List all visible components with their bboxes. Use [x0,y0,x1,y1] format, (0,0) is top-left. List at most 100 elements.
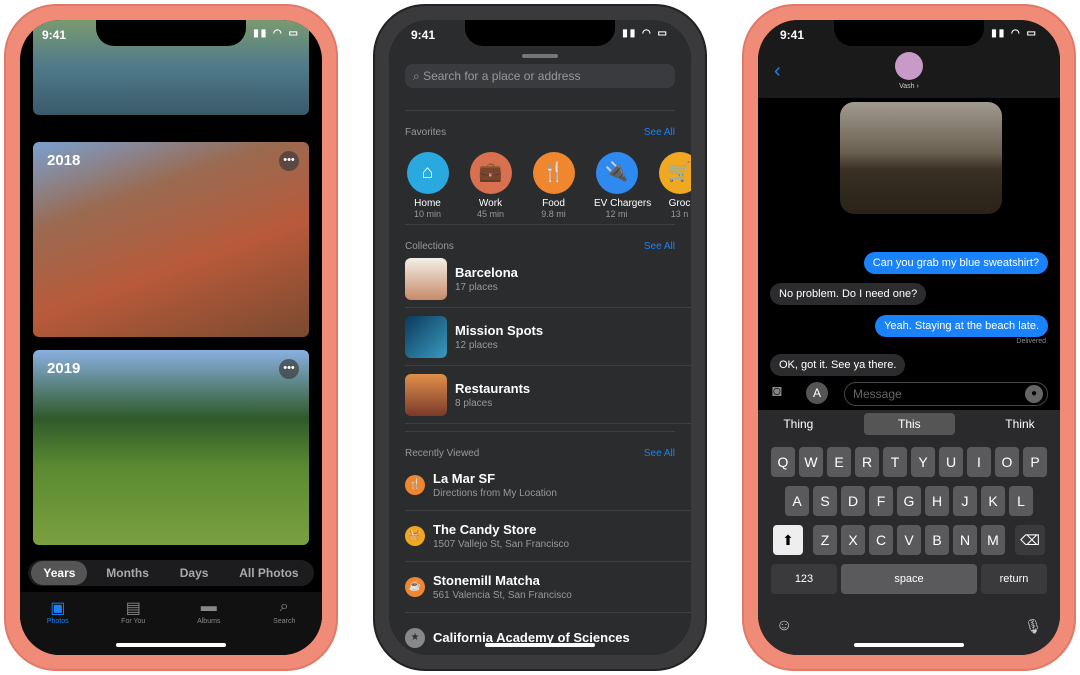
favorite-ev-chargers[interactable]: 🔌 EV Chargers 12 mi [594,152,652,219]
status-time: 9:41 [780,28,805,42]
key-e[interactable]: E [827,447,851,477]
favorite-name: EV Chargers [594,198,652,209]
key-r[interactable]: R [855,447,879,477]
prediction-selected[interactable]: This [863,413,955,435]
dictation-icon[interactable]: 🎙 [1024,618,1042,635]
shift-key[interactable]: ⬆ [773,525,803,555]
photo-card-2018[interactable]: 2018 ••• [33,142,309,337]
prediction[interactable]: Think [1005,417,1034,431]
key-z[interactable]: Z [813,525,837,555]
key-x[interactable]: X [841,525,865,555]
collection-count: 12 places [455,339,498,351]
contact-name[interactable]: Vash › [758,83,1060,90]
photo-card-2019[interactable]: 2019 ••• [33,350,309,545]
recent-item[interactable]: ☕ Stonemill Matcha 561 Valencia St, San Fr… [405,562,691,613]
key-k[interactable]: K [981,486,1005,516]
favorite-home[interactable]: ⌂ Home 10 min [405,152,450,219]
recent-item[interactable]: 🍴 La Mar SF Directions from My Location [405,460,691,511]
prediction[interactable]: Thing [783,417,813,431]
more-icon[interactable]: ••• [279,151,299,171]
favorite-work[interactable]: 💼 Work 45 min [468,152,513,219]
segment-years[interactable]: Years [31,561,88,585]
camera-icon[interactable]: ◙ [772,383,782,401]
key-l[interactable]: L [1009,486,1033,516]
key-t[interactable]: T [883,447,907,477]
favorite-subtitle: 9.8 mi [541,209,566,219]
favorite-icon: 🍴 [532,152,575,194]
compose-bar: ◙ A Message ● [758,380,1060,408]
message-bubble-received[interactable]: OK, got it. See ya there. [770,354,906,376]
sheet-grabber[interactable] [522,54,558,58]
search-input[interactable]: ⌕ Search for a place or address [405,64,675,88]
favorite-subtitle: 13 n [670,209,689,219]
favorite-name: Work [478,198,503,209]
message-photo[interactable] [840,102,1002,214]
message-bubble-received[interactable]: No problem. Do I need one? [770,283,927,305]
key-y[interactable]: Y [911,447,935,477]
albums-icon: ▬ [200,598,217,615]
key-o[interactable]: O [995,447,1019,477]
avatar[interactable] [895,52,923,80]
key-w[interactable]: W [799,447,823,477]
key-h[interactable]: H [925,486,949,516]
return-key[interactable]: return [981,564,1047,594]
back-chevron-icon[interactable]: ‹ [774,60,781,83]
recent-item[interactable]: ★ California Academy of Sciences [405,613,691,655]
message-bubble-sent[interactable]: Can you grab my blue sweatshirt? [863,252,1048,274]
tab-photos[interactable]: ▣ Photos [28,592,88,655]
view-segmented-control: Years Months Days All Photos [28,560,314,586]
space-key[interactable]: space [841,564,977,594]
emoji-icon[interactable]: ☺ [776,617,792,635]
message-bubble-sent[interactable]: Yeah. Staying at the beach late. [875,315,1048,337]
key-d[interactable]: D [841,486,865,516]
key-n[interactable]: N [953,525,977,555]
favorite-name: Food [542,198,565,209]
key-v[interactable]: V [897,525,921,555]
collection-name: Restaurants [455,380,531,396]
key-g[interactable]: G [897,486,921,516]
key-q[interactable]: Q [771,447,795,477]
app-store-icon[interactable]: A [806,382,828,404]
key-j[interactable]: J [953,486,977,516]
segment-all-photos[interactable]: All Photos [227,561,310,585]
favorite-groc[interactable]: 🛒 Groc 13 n [657,152,691,219]
collection-count: 8 places [455,397,493,409]
segment-months[interactable]: Months [94,561,161,585]
microphone-icon[interactable]: ● [1025,385,1043,403]
see-all-link[interactable]: See All [644,448,675,459]
collection-item[interactable]: Restaurants 8 places [405,366,691,424]
recent-item[interactable]: 🧺 The Candy Store 1507 Vallejo St, San Fra… [405,511,691,562]
more-icon[interactable]: ••• [279,359,299,379]
key-m[interactable]: M [981,525,1005,555]
key-s[interactable]: S [813,486,837,516]
collection-item[interactable]: Barcelona 17 places [405,250,691,308]
key-p[interactable]: P [1023,447,1047,477]
collections-header: Collections See All [405,224,675,252]
place-address: 561 Valencia St, San Francisco [433,590,572,601]
segment-days[interactable]: Days [168,561,221,585]
maps-screen: 9:41 ▮▮ ◠ ▭ ⌕ Search for a place or addre… [389,20,691,655]
status-bar: 9:41 ▮▮ ◠ ▭ [411,28,669,42]
message-input[interactable]: Message ● [844,382,1048,406]
key-b[interactable]: B [925,525,949,555]
key-c[interactable]: C [869,525,893,555]
key-i[interactable]: I [967,447,991,477]
phone-photos: 9:41 ▮▮ ◠ ▭ 2018 ••• 2019 ••• Years Months … [4,4,338,671]
place-name: The Candy Store [433,522,537,537]
tab-search[interactable]: ⌕ Search [254,592,314,655]
place-address: Directions from My Location [433,488,557,499]
predictive-bar: Thing This Think [758,410,1060,438]
section-title: Favorites [405,127,447,138]
numbers-key[interactable]: 123 [771,564,837,594]
collection-item[interactable]: Mission Spots 12 places [405,308,691,366]
collection-thumbnail [405,257,447,300]
see-all-link[interactable]: See All [644,127,675,138]
key-a[interactable]: A [785,486,809,516]
key-u[interactable]: U [939,447,963,477]
favorite-food[interactable]: 🍴 Food 9.8 mi [531,152,576,219]
place-category-icon: ★ [405,628,425,648]
favorite-icon: ⌂ [406,152,449,194]
key-f[interactable]: F [869,486,893,516]
backspace-key[interactable]: ⌫ [1015,525,1045,555]
collection-thumbnail [405,373,447,416]
